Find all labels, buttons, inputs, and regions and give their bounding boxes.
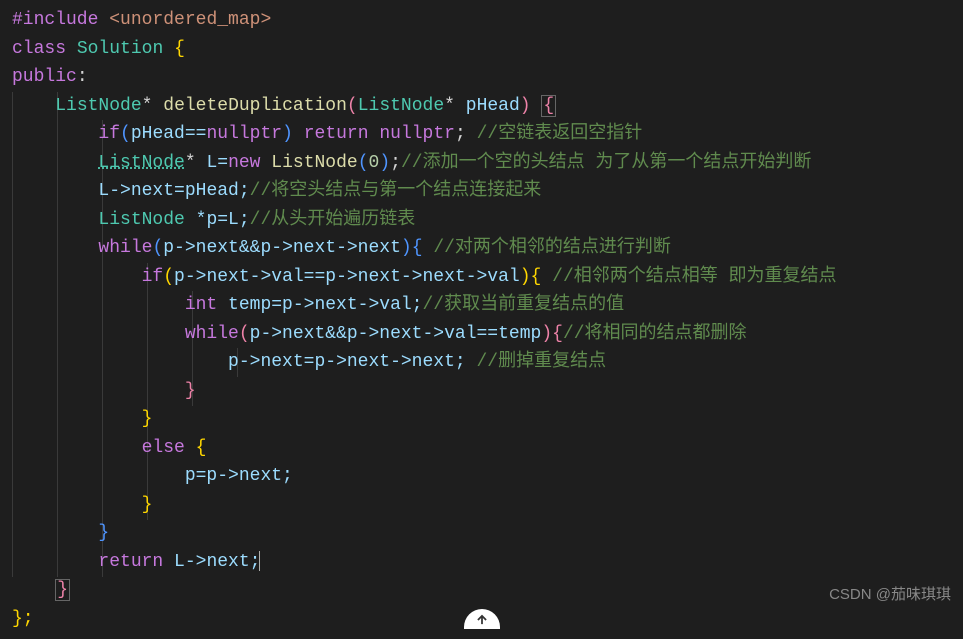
keyword-if: if	[98, 124, 120, 144]
param-name: pHead	[466, 96, 520, 116]
keyword-return: return	[304, 124, 369, 144]
comment: //将空头结点与第一个结点连接起来	[250, 181, 542, 201]
brace-open: {	[541, 95, 556, 117]
code-line: L->next=pHead;//将空头结点与第一个结点连接起来	[12, 177, 951, 206]
code-line: return L->next;	[12, 548, 951, 577]
keyword-while: while	[98, 238, 152, 258]
brace-close: };	[12, 609, 34, 629]
brace-open: {	[174, 39, 185, 59]
brace-close: }	[142, 495, 153, 515]
code-line: if(pHead==nullptr) return nullptr; //空链表…	[12, 120, 951, 149]
keyword-class: class	[12, 39, 66, 59]
keyword-new: new	[228, 153, 260, 173]
return-type: ListNode	[55, 96, 141, 116]
preproc-include: #include	[12, 10, 98, 30]
code-line: ListNode* L=new ListNode(0);//添加一个空的头结点 …	[12, 149, 951, 178]
comment: //添加一个空的头结点 为了从第一个结点开始判断	[401, 153, 811, 173]
code-line: if(p->next->val==p->next->next->val){ //…	[12, 263, 951, 292]
code-line: }	[12, 491, 951, 520]
header-name: <unordered_map>	[109, 10, 271, 30]
comment: //获取当前重复结点的值	[422, 295, 624, 315]
function-name: deleteDuplication	[163, 96, 347, 116]
type-int: int	[185, 295, 217, 315]
brace-open: {	[412, 238, 423, 258]
code-line: }	[12, 519, 951, 548]
code-line: public:	[12, 63, 951, 92]
brace-close: }	[142, 409, 153, 429]
code-line: class Solution {	[12, 35, 951, 64]
type-name: ListNode	[98, 210, 184, 230]
code-line: }	[12, 576, 951, 605]
comment: //空链表返回空指针	[477, 124, 643, 144]
keyword-while: while	[185, 324, 239, 344]
code-line: p=p->next;	[12, 462, 951, 491]
code-line: int temp=p->next->val;//获取当前重复结点的值	[12, 291, 951, 320]
text-cursor	[259, 551, 260, 571]
keyword-if: if	[142, 267, 164, 287]
comment: //从头开始遍历链表	[250, 210, 416, 230]
code-line: }	[12, 377, 951, 406]
code-line: p->next=p->next->next; //删掉重复结点	[12, 348, 951, 377]
brace-close: }	[185, 381, 196, 401]
comment: //相邻两个结点相等 即为重复结点	[552, 267, 836, 287]
code-line: }	[12, 405, 951, 434]
brace-close: }	[98, 523, 109, 543]
keyword-else: else	[142, 438, 185, 458]
comment: //将相同的结点都删除	[563, 324, 747, 344]
brace-open: {	[196, 438, 207, 458]
brace-open: {	[552, 324, 563, 344]
comment: //对两个相邻的结点进行判断	[433, 238, 671, 258]
code-editor[interactable]: #include <unordered_map> class Solution …	[0, 0, 963, 639]
watermark: CSDN @茄味琪琪	[829, 581, 951, 610]
comment: //删掉重复结点	[477, 352, 607, 372]
brace-close: }	[55, 579, 70, 601]
code-line: else {	[12, 434, 951, 463]
type-name: ListNode	[98, 153, 184, 173]
code-line: ListNode *p=L;//从头开始遍历链表	[12, 206, 951, 235]
code-line: while(p->next&&p->next->next){ //对两个相邻的结…	[12, 234, 951, 263]
keyword-return: return	[98, 552, 163, 572]
keyword-public: public	[12, 67, 77, 87]
code-line: #include <unordered_map>	[12, 6, 951, 35]
class-name: Solution	[77, 39, 163, 59]
code-line: ListNode* deleteDuplication(ListNode* pH…	[12, 92, 951, 121]
arrow-up-icon	[475, 613, 489, 627]
brace-open: {	[531, 267, 542, 287]
code-line: while(p->next&&p->next->val==temp){//将相同…	[12, 320, 951, 349]
